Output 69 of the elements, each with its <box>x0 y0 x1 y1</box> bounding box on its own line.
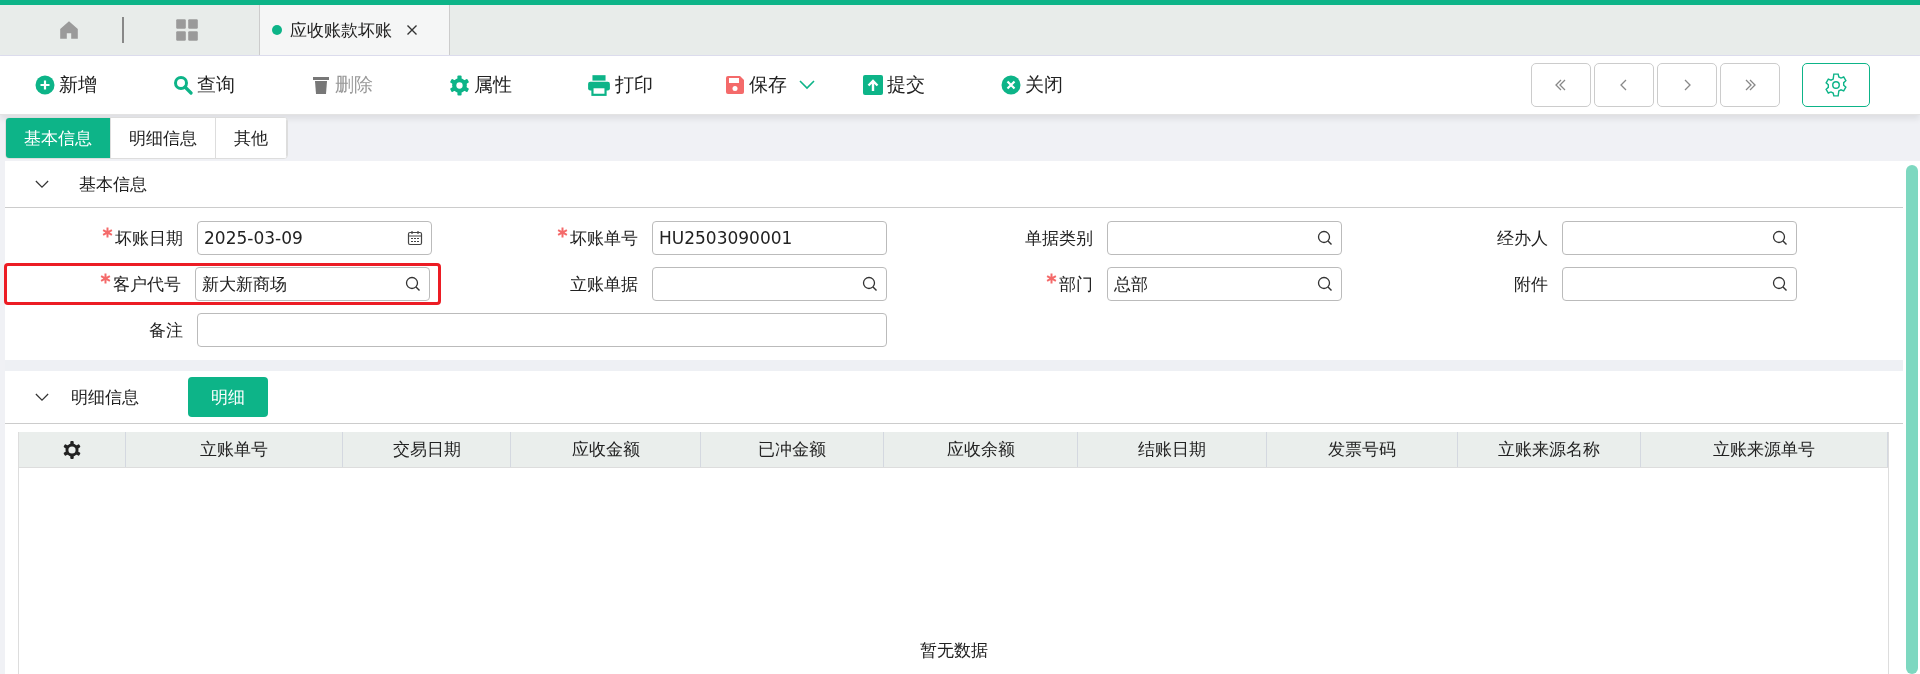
input-field[interactable]: 新大新商场 <box>195 267 430 301</box>
printer-icon <box>587 74 611 96</box>
next-page-button[interactable] <box>1657 63 1717 107</box>
column-header: 已冲金额 <box>701 432 884 467</box>
active-dot <box>272 25 282 35</box>
column-header: 立账来源名称 <box>1458 432 1641 467</box>
section-title: 基本信息 <box>79 172 147 196</box>
print-button[interactable]: 打印 <box>587 70 653 100</box>
search-icon[interactable] <box>1772 276 1788 292</box>
calendar-icon[interactable] <box>407 230 423 246</box>
input-field[interactable] <box>1562 221 1797 255</box>
field-label: 立账单据 <box>569 272 639 296</box>
column-header: 交易日期 <box>343 432 511 467</box>
grid-icon[interactable] <box>175 18 199 42</box>
close-icon[interactable] <box>406 24 418 36</box>
column-header: 立账来源单号 <box>1641 432 1888 467</box>
add-button[interactable]: 新增 <box>35 70 97 100</box>
empty-message: 暂无数据 <box>919 639 988 662</box>
last-page-button[interactable] <box>1720 63 1780 107</box>
settings-icon[interactable] <box>62 439 82 460</box>
input-field[interactable] <box>197 313 887 347</box>
submit-button[interactable]: 提交 <box>863 70 925 100</box>
save-button[interactable]: 保存 <box>725 70 787 100</box>
prev-page-button[interactable] <box>1594 63 1654 107</box>
plus-circle-icon <box>35 75 55 95</box>
close-circle-icon <box>1001 75 1021 95</box>
column-header: 结账日期 <box>1078 432 1267 467</box>
column-header: 应收余额 <box>884 432 1078 467</box>
input-field[interactable] <box>652 267 887 301</box>
field-label: 单据类别 <box>1024 226 1094 250</box>
field-label: 经办人 <box>1496 226 1549 250</box>
field-label: 坏账日期 <box>85 226 197 250</box>
required-asterisk-icon <box>1046 272 1057 284</box>
trash-icon <box>311 74 331 96</box>
first-page-button[interactable] <box>1531 63 1591 107</box>
field-label: 部门 <box>995 272 1107 296</box>
search-icon[interactable] <box>862 276 878 292</box>
column-header: 发票号码 <box>1267 432 1458 467</box>
document-tab[interactable]: 应收账款坏账 <box>259 5 450 55</box>
input-field[interactable]: HU2503090001 <box>652 221 887 255</box>
search-icon[interactable] <box>1317 230 1333 246</box>
input-field[interactable] <box>1562 267 1797 301</box>
chevron-down-icon[interactable] <box>35 392 49 402</box>
close-button[interactable]: 关闭 <box>1001 70 1063 100</box>
field-label: 备注 <box>148 318 184 342</box>
section-title: 明细信息 <box>71 385 140 409</box>
input-field[interactable] <box>1107 221 1342 255</box>
field-label: 客户代号 <box>83 272 195 296</box>
gear-button[interactable]: 属性 <box>449 70 512 100</box>
field-label: 附件 <box>1513 272 1549 296</box>
required-asterisk-icon <box>102 226 113 238</box>
settings-button[interactable] <box>1802 63 1870 107</box>
chevron-down-icon[interactable] <box>35 179 49 189</box>
scrollbar-thumb[interactable] <box>1905 165 1918 674</box>
gear-icon <box>449 74 470 96</box>
search-button[interactable]: 查询 <box>173 70 235 100</box>
home-icon[interactable] <box>58 19 80 41</box>
search-icon[interactable] <box>1317 276 1333 292</box>
search-icon[interactable] <box>405 276 421 292</box>
column-header: 应收金额 <box>511 432 701 467</box>
field-label: 坏账单号 <box>540 226 652 250</box>
required-asterisk-icon <box>100 272 111 284</box>
settings-icon <box>1823 72 1849 98</box>
input-field[interactable]: 2025-03-09 <box>197 221 432 255</box>
input-field[interactable]: 总部 <box>1107 267 1342 301</box>
column-header: 立账单号 <box>126 432 343 467</box>
search-icon[interactable] <box>1772 230 1788 246</box>
required-asterisk-icon <box>557 226 568 238</box>
search-icon <box>173 75 193 95</box>
